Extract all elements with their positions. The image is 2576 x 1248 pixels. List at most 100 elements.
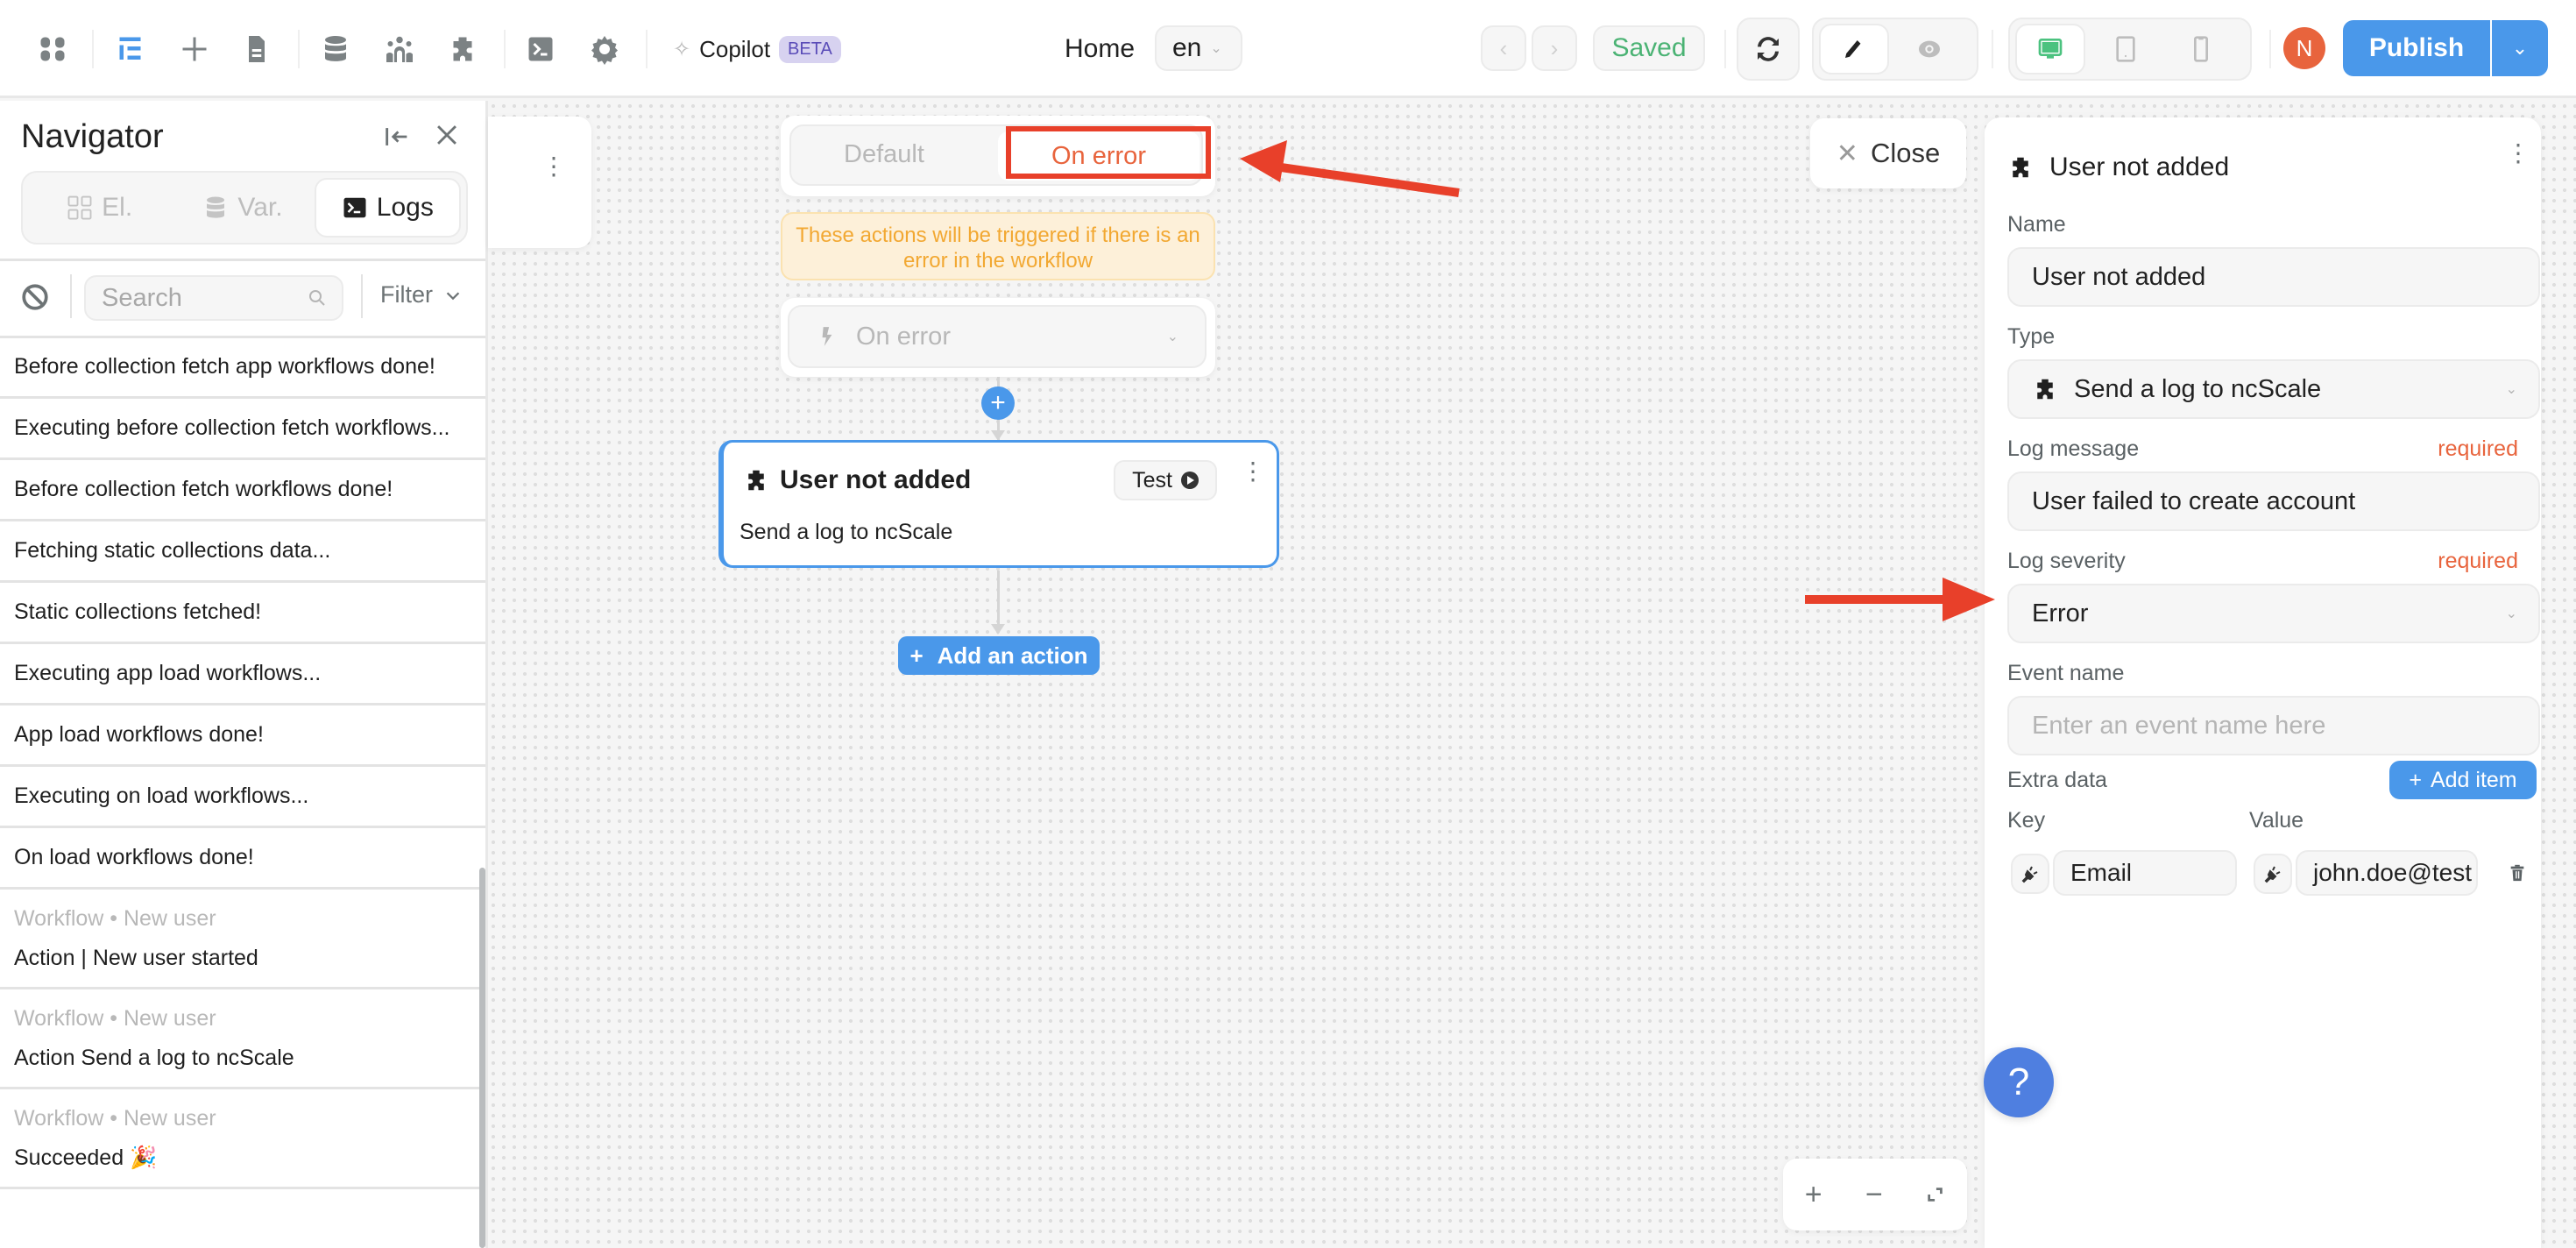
close-navigator-button[interactable] (429, 120, 464, 155)
panel-title: User not added (2007, 152, 2229, 182)
gear-icon[interactable] (587, 32, 622, 67)
collapse-panel-button[interactable] (382, 122, 417, 157)
log-entry[interactable]: On load workflows done! (0, 828, 485, 890)
event-name-label: Event name (2007, 661, 2125, 685)
clear-logs-button[interactable] (19, 281, 51, 313)
log-severity-select[interactable]: Error ⌄ (2007, 584, 2540, 643)
play-icon (1180, 472, 1199, 489)
publish-options-button[interactable]: ⌄ (2492, 20, 2548, 76)
value-binding-button[interactable] (2254, 854, 2292, 894)
test-action-button[interactable]: Test (1114, 460, 1217, 500)
log-severity-value: Error (2032, 599, 2089, 628)
filter-label: Filter (380, 281, 433, 308)
user-avatar[interactable]: N (2283, 27, 2325, 69)
more-options-icon[interactable]: ⋮ (1241, 459, 1265, 484)
collapsed-workflow-card[interactable]: ⋮ (488, 117, 591, 248)
chevron-down-icon: ⌄ (1166, 330, 1178, 344)
plugin-icon[interactable] (445, 32, 480, 67)
log-message-input[interactable]: User failed to create account (2007, 472, 2540, 531)
log-entry[interactable]: Before collection fetch app workflows do… (0, 337, 485, 399)
add-icon[interactable] (177, 32, 212, 67)
extra-value-input[interactable]: john.doe@test (2296, 850, 2478, 896)
plugin-icon (748, 470, 764, 491)
value-label: Value (2249, 808, 2304, 833)
more-options-icon[interactable]: ⋮ (2506, 141, 2530, 166)
insert-action-button[interactable]: + (981, 386, 1015, 420)
panel-title-text: User not added (2049, 152, 2230, 181)
log-entry[interactable]: Workflow • New user Action | New user sta… (0, 890, 485, 989)
log-list-scrollbar[interactable] (479, 868, 485, 1248)
log-entry[interactable]: Workflow • New user Succeeded 🎉 (0, 1089, 485, 1189)
log-entry-message: Succeeded 🎉 (14, 1145, 158, 1170)
type-select[interactable]: Send a log to ncScale ⌄ (2007, 359, 2540, 419)
layers-icon[interactable] (114, 32, 149, 67)
fit-view-button[interactable] (1926, 1178, 1945, 1212)
chevron-down-icon: ⌄ (1210, 41, 1222, 56)
plus-icon: + (909, 642, 924, 669)
tab-elements[interactable]: El. (28, 178, 171, 238)
database-icon[interactable] (318, 32, 353, 67)
close-panel-button[interactable]: ✕ Close (1810, 118, 1966, 188)
help-button[interactable]: ? (1984, 1047, 2054, 1117)
workflow-canvas[interactable]: ⋮ Default On error These actions will be… (488, 101, 2576, 1248)
action-card[interactable]: User not added Test ⋮ Send a log to ncSc… (718, 440, 1279, 568)
close-icon: ✕ (1836, 138, 1858, 168)
filter-dropdown[interactable]: Filter (380, 281, 463, 308)
mobile-view-button[interactable] (2166, 24, 2236, 74)
log-entry[interactable]: App load workflows done! (0, 706, 485, 767)
log-entry[interactable]: Executing on load workflows... (0, 767, 485, 828)
toolbar-divider (1992, 30, 1993, 68)
log-entry-source: Workflow • New user (14, 1005, 216, 1031)
edit-mode-button[interactable] (1819, 24, 1889, 74)
navigator-panel: Navigator El. Var. Logs Search Filter Be… (0, 101, 488, 1248)
tab-logs[interactable]: Logs (314, 178, 461, 238)
log-search-input[interactable]: Search (84, 275, 343, 321)
event-name-input[interactable]: Enter an event name here (2007, 696, 2540, 755)
desktop-view-button[interactable] (2015, 24, 2085, 74)
tablet-view-button[interactable] (2091, 24, 2161, 74)
name-input[interactable]: User not added (2007, 247, 2540, 307)
log-entry[interactable]: Before collection fetch workflows done! (0, 460, 485, 521)
plug-icon (2021, 866, 2038, 883)
required-indicator: required (2438, 436, 2518, 461)
publish-button[interactable]: Publish (2343, 20, 2490, 76)
language-select[interactable]: en ⌄ (1155, 25, 1242, 71)
log-entry[interactable]: Fetching static collections data... (0, 521, 485, 583)
zoom-out-button[interactable]: − (1865, 1178, 1883, 1212)
log-entry[interactable]: Executing before collection fetch workfl… (0, 399, 485, 460)
tab-variables[interactable]: Var. (171, 178, 314, 238)
trigger-select[interactable]: On error ⌄ (788, 305, 1207, 368)
tab-label: Var. (237, 193, 283, 222)
navigator-tabs: El. Var. Logs (21, 171, 468, 245)
extra-key-input[interactable]: Email (2053, 850, 2237, 896)
log-entry[interactable]: Executing app load workflows... (0, 644, 485, 706)
zoom-in-button[interactable]: + (1805, 1178, 1822, 1212)
log-list: Before collection fetch app workflows do… (0, 337, 485, 1189)
log-entry[interactable]: Workflow • New user Action Send a log to … (0, 989, 485, 1089)
add-action-button[interactable]: + Add an action (898, 636, 1100, 675)
required-indicator: required (2438, 549, 2518, 573)
delete-item-button[interactable] (2508, 862, 2527, 884)
connector-line (997, 571, 1000, 632)
page-icon[interactable] (239, 32, 274, 67)
apps-icon[interactable] (35, 32, 70, 67)
copilot-button[interactable]: ✧ Copilot BETA (673, 30, 841, 68)
undo-button[interactable]: ‹ (1481, 25, 1526, 71)
tablet-icon (2116, 36, 2135, 62)
extra-key-value: Email (2070, 859, 2133, 886)
users-icon[interactable] (382, 32, 417, 67)
chevron-down-icon: ⌄ (2511, 37, 2529, 59)
key-binding-button[interactable] (2011, 854, 2049, 894)
more-options-icon[interactable]: ⋮ (541, 154, 566, 179)
log-entry[interactable]: Static collections fetched! (0, 583, 485, 644)
preview-mode-button[interactable] (1894, 24, 1964, 74)
chevron-right-icon: › (1550, 34, 1559, 61)
tab-default[interactable]: Default (844, 140, 924, 169)
annotation-highlight-box (1006, 126, 1211, 179)
refresh-button[interactable] (1737, 18, 1800, 81)
copilot-label: Copilot (699, 35, 771, 62)
add-item-button[interactable]: + Add item (2389, 761, 2537, 799)
redo-button[interactable]: › (1532, 25, 1577, 71)
terminal-icon[interactable] (523, 32, 558, 67)
annotation-arrow-icon (1240, 140, 1460, 197)
